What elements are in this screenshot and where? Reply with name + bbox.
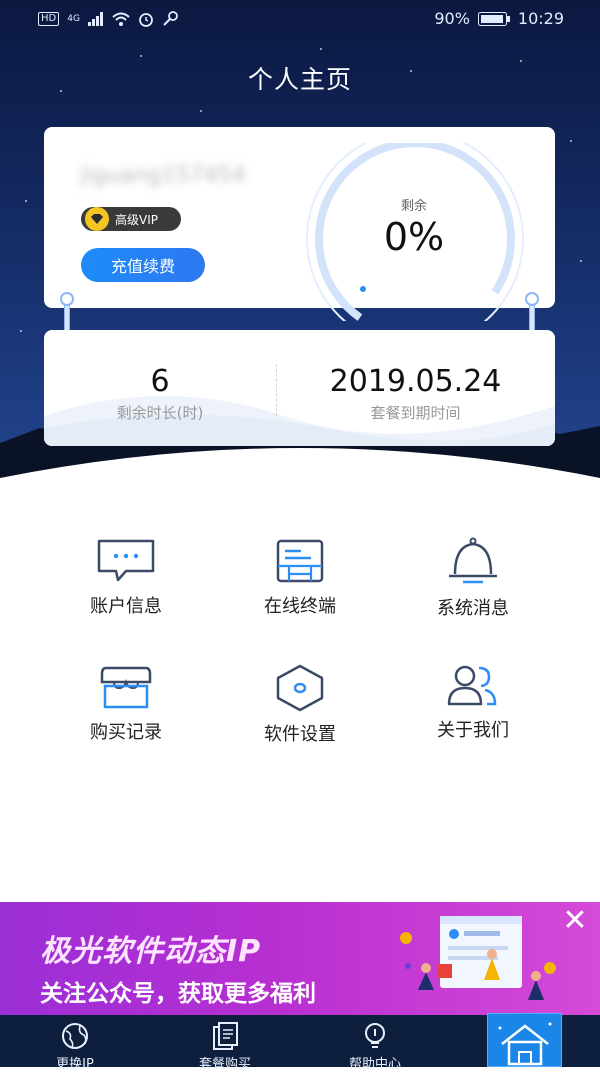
lightbulb-icon [365, 1023, 385, 1048]
signal-icon [87, 12, 103, 26]
page-title: 个人主页 [247, 65, 352, 94]
users-icon [447, 665, 497, 706]
shop-icon [100, 666, 152, 709]
remain-value: 0% [383, 215, 445, 259]
globe-icon [62, 1023, 88, 1049]
stats-card: 6 剩余时长(时) 2019.05.24 套餐到期时间 [44, 330, 555, 446]
promo-illustration [400, 916, 556, 1000]
remaining-hours-value: 6 [150, 364, 170, 399]
bell-icon [449, 537, 497, 584]
menu-label: 购买记录 [90, 722, 162, 743]
expiry-date-label: 套餐到期时间 [370, 404, 461, 422]
profile-card: jiguang157454 高级VIP 充值续费 剩余 0% [44, 127, 555, 321]
nav-label: 帮助中心 [348, 1057, 401, 1072]
alarm-icon [139, 13, 153, 27]
key-icon [163, 11, 178, 26]
home-icon [498, 1022, 552, 1066]
bottom-navigation: 更换IP 套餐购买 帮助中心 [0, 1013, 600, 1072]
hd-badge: HD [38, 12, 60, 26]
promo-banner[interactable]: 极光软件动态IP 关注公众号，获取更多福利 ✕ [0, 902, 600, 1015]
menu-account-info[interactable]: 账户信息 [41, 538, 211, 618]
vip-label: 高级VIP [115, 212, 158, 227]
banner-subtitle: 关注公众号，获取更多福利 [40, 981, 316, 1007]
menu-about-us[interactable]: 关于我们 [388, 664, 558, 742]
expiry-date-value: 2019.05.24 [329, 364, 502, 399]
nav-buy-plan[interactable]: 套餐购买 [175, 1021, 275, 1072]
vip-badge: 高级VIP [81, 207, 181, 231]
terminal-icon [276, 539, 324, 583]
nav-change-ip[interactable]: 更换IP [25, 1021, 125, 1072]
remain-label: 剩余 [400, 199, 427, 214]
remaining-hours-label: 剩余时长(时) [116, 404, 204, 422]
status-bar: HD 4G 90% 10:29 [0, 0, 600, 40]
vip-diamond-icon [85, 207, 109, 231]
battery-percent: 90% [434, 9, 470, 28]
hexagon-settings-icon [276, 664, 324, 712]
wifi-icon [112, 12, 130, 26]
menu-online-terminals[interactable]: 在线终端 [215, 538, 385, 618]
username: jiguang157454 [80, 163, 246, 188]
menu-system-messages[interactable]: 系统消息 [388, 536, 558, 620]
battery-icon [477, 11, 510, 26]
menu-label: 关于我们 [437, 720, 509, 741]
nav-help-center[interactable]: 帮助中心 [325, 1021, 425, 1072]
connector-knob [525, 292, 539, 306]
recharge-button[interactable]: 充值续费 [81, 248, 205, 282]
nav-label: 更换IP [56, 1057, 94, 1072]
network-type: 4G [67, 14, 80, 24]
document-icon [213, 1022, 238, 1050]
menu-label: 系统消息 [437, 598, 509, 619]
gauge-marker [360, 286, 366, 292]
banner-title: 极光软件动态IP [40, 934, 262, 969]
menu-label: 在线终端 [264, 596, 336, 617]
close-icon[interactable]: ✕ [562, 906, 588, 936]
menu-purchase-records[interactable]: 购买记录 [41, 664, 211, 744]
chat-bubble-icon [97, 539, 155, 582]
menu-label: 软件设置 [264, 724, 336, 745]
nav-home-button[interactable] [487, 1013, 562, 1067]
nav-label: 套餐购买 [198, 1057, 251, 1072]
clock: 10:29 [517, 9, 564, 28]
menu-label: 账户信息 [90, 596, 162, 617]
menu-software-settings[interactable]: 软件设置 [215, 664, 385, 746]
connector-knob [60, 292, 74, 306]
